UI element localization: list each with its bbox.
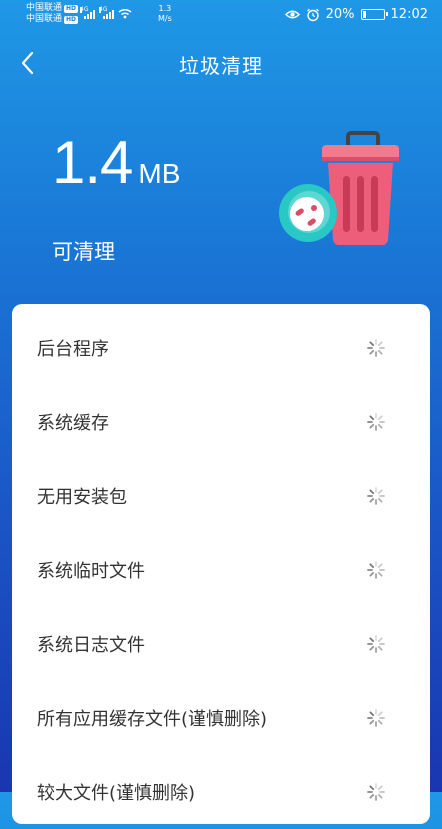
eye-icon <box>284 10 300 19</box>
speed-value: 1.3 <box>158 4 172 13</box>
speed-unit: M/s <box>158 14 172 23</box>
cleanable-label: 可清理 <box>52 240 115 264</box>
status-right: 20% 12:02 <box>284 7 428 22</box>
loading-spinner-icon <box>366 412 386 432</box>
scan-list-item[interactable]: 较大文件(谨慎删除) <box>12 755 430 829</box>
junk-size-value: 1.4 <box>52 129 133 196</box>
trash-can-icon <box>279 131 399 245</box>
signal-icon-2: 4G <box>99 7 114 19</box>
scan-item-label: 系统临时文件 <box>37 561 145 582</box>
loading-spinner-icon <box>366 486 386 506</box>
page-title: 垃圾清理 <box>179 54 263 78</box>
scan-list-item[interactable]: 后台程序 <box>12 311 430 385</box>
scan-item-label: 系统日志文件 <box>37 635 145 656</box>
signal-icon-1: 4G <box>80 7 95 19</box>
loading-spinner-icon <box>366 782 386 802</box>
scan-list-item[interactable]: 所有应用缓存文件(谨慎删除) <box>12 681 430 755</box>
alarm-icon <box>306 8 319 21</box>
signal-indicators: 4G 4G <box>80 7 132 19</box>
junk-size-display: 1.4 MB <box>52 128 180 197</box>
scan-item-label: 后台程序 <box>37 339 109 360</box>
clock: 12:02 <box>390 7 428 22</box>
loading-spinner-icon <box>366 560 386 580</box>
app-header: 垃圾清理 <box>0 40 442 86</box>
scan-item-label: 无用安装包 <box>37 487 127 508</box>
carrier-info: 中国联通 HD 中国联通 HD <box>26 3 79 25</box>
carrier-label-2: 中国联通 <box>26 14 63 24</box>
hd-badge-2: HD <box>64 15 79 24</box>
scan-item-label: 所有应用缓存文件(谨慎删除) <box>37 709 268 730</box>
network-speed: 1.3 M/s <box>158 4 172 24</box>
loading-spinner-icon <box>366 708 386 728</box>
battery-percent: 20% <box>325 7 355 22</box>
wifi-icon <box>118 8 132 19</box>
scan-item-label: 系统缓存 <box>37 413 109 434</box>
scan-list-item[interactable]: 系统临时文件 <box>12 533 430 607</box>
scan-list-card: 后台程序系统缓存无用安装包系统临时文件 系统日志文件所有应用缓存文件(谨慎删除) 较… <box>12 304 430 824</box>
scan-item-label: 较大文件(谨慎删除) <box>37 783 196 804</box>
loading-spinner-icon <box>366 634 386 654</box>
scan-list-item[interactable]: 无用安装包 <box>12 459 430 533</box>
status-bar: 中国联通 HD 中国联通 HD 4G 4G 1.3 M/s 20% 12:02 <box>0 0 442 32</box>
junk-size-unit: MB <box>138 158 181 189</box>
battery-icon <box>360 9 388 20</box>
carrier-label-1: 中国联通 <box>26 3 63 13</box>
scan-list-item[interactable]: 系统缓存 <box>12 385 430 459</box>
scan-list-item[interactable]: 系统日志文件 <box>12 607 430 681</box>
hd-badge-1: HD <box>64 4 79 13</box>
loading-spinner-icon <box>366 338 386 358</box>
